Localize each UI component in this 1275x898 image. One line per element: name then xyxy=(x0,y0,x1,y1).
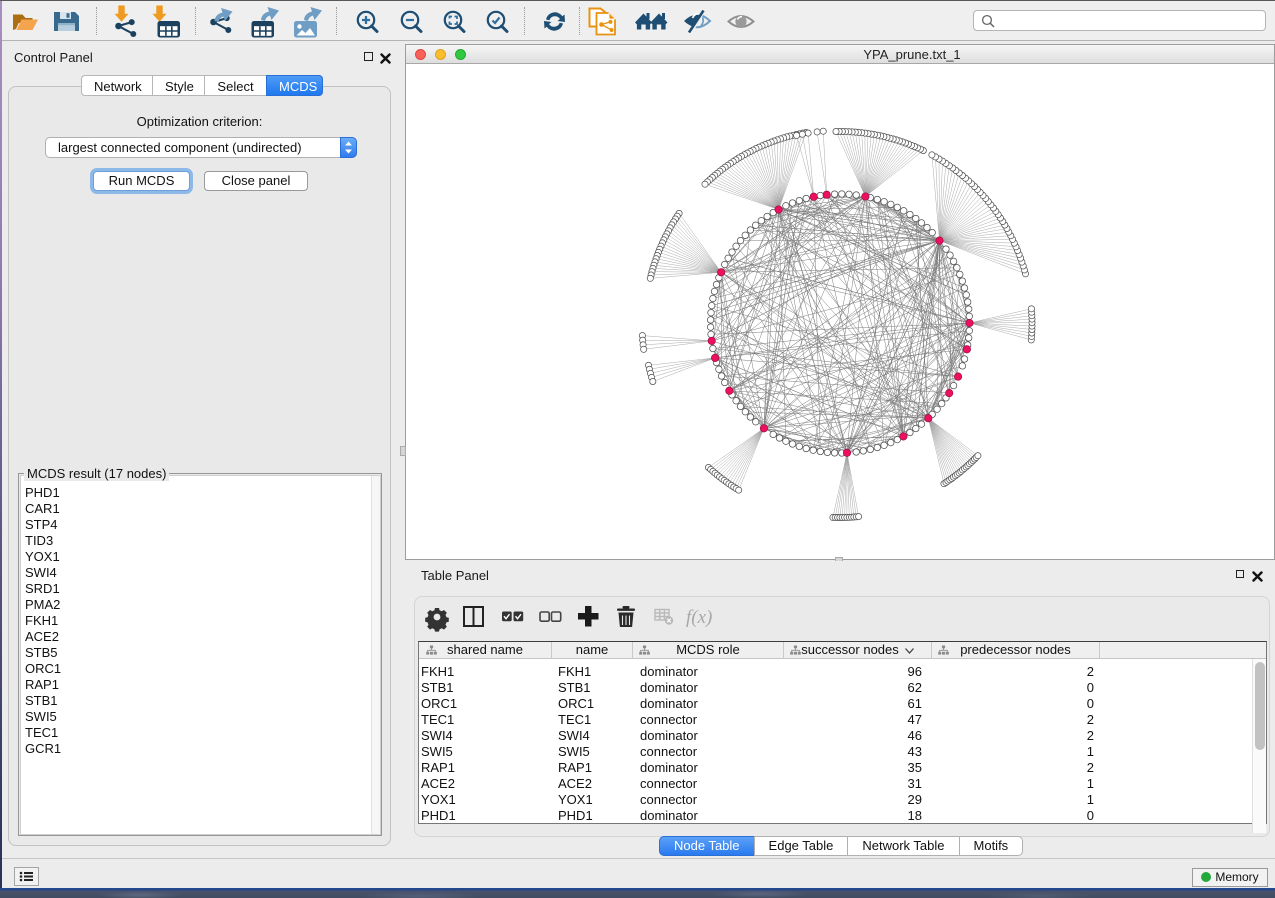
svg-text:f(x): f(x) xyxy=(686,607,712,628)
